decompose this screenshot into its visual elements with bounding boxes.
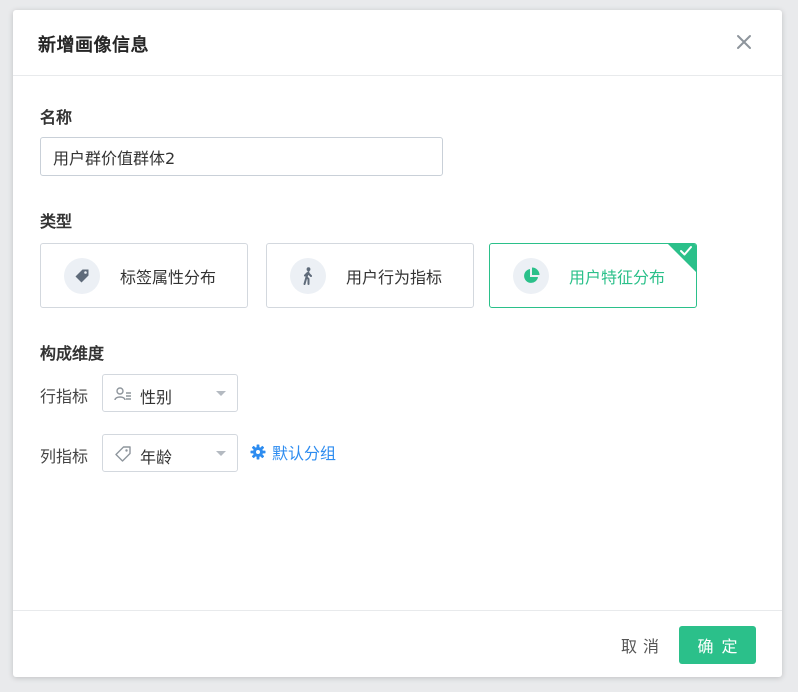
type-card-label: 用户行为指标 <box>346 268 443 287</box>
type-card-label: 标签属性分布 <box>120 268 217 287</box>
check-icon <box>680 246 692 256</box>
tag-icon <box>64 258 100 294</box>
confirm-button[interactable]: 确定 <box>679 626 756 664</box>
type-card-tag-distribution[interactable]: 标签属性分布 <box>40 243 248 308</box>
walking-person-icon <box>290 258 326 294</box>
name-label: 名称 <box>40 108 73 127</box>
dialog-header: 新增画像信息 <box>13 10 782 76</box>
type-card-label: 用户特征分布 <box>569 268 666 287</box>
name-input[interactable] <box>40 137 443 176</box>
default-group-label: 默认分组 <box>272 444 337 463</box>
col-indicator-select[interactable]: 年龄 <box>102 434 238 472</box>
row-indicator-select[interactable]: 性别 <box>102 374 238 412</box>
type-card-behavior-metrics[interactable]: 用户行为指标 <box>266 243 474 308</box>
add-profile-dialog: 新增画像信息 名称 类型 标签属性分布 用户行为指标 <box>13 10 782 677</box>
tag-outline-icon <box>115 446 131 462</box>
row-indicator-label: 行指标 <box>40 387 89 406</box>
type-label: 类型 <box>40 212 73 231</box>
type-card-feature-distribution[interactable]: 用户特征分布 <box>489 243 697 308</box>
col-indicator-value: 年龄 <box>140 448 173 467</box>
gear-icon <box>250 444 266 460</box>
dialog-title: 新增画像信息 <box>38 35 149 56</box>
chevron-down-icon <box>216 391 226 396</box>
dimension-label: 构成维度 <box>40 344 105 363</box>
close-icon[interactable] <box>734 32 754 52</box>
user-list-icon <box>114 387 131 401</box>
pie-chart-icon <box>513 258 549 294</box>
row-indicator-value: 性别 <box>140 388 173 407</box>
chevron-down-icon <box>216 451 226 456</box>
default-group-link[interactable]: 默认分组 <box>250 442 337 463</box>
dialog-footer: 取消 确定 <box>13 610 782 677</box>
cancel-button[interactable]: 取消 <box>621 633 665 657</box>
col-indicator-label: 列指标 <box>40 447 89 466</box>
